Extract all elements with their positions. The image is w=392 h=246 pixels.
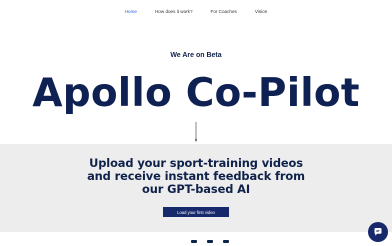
beta-label: We Are on Beta <box>170 52 222 59</box>
top-nav: Home How does it work? For Coaches Visio… <box>0 0 392 22</box>
heading-fragment <box>207 240 213 243</box>
scroll-down-arrow-icon <box>195 122 197 142</box>
nav-how-it-works[interactable]: How does it work? <box>155 9 193 14</box>
nav-for-coaches[interactable]: For Coaches <box>211 9 237 14</box>
load-video-button[interactable]: Load your first video <box>163 207 229 217</box>
chat-icon <box>374 228 382 236</box>
nav-home[interactable]: Home <box>125 9 137 14</box>
upload-headline: Upload your sport-training videos and re… <box>87 156 305 196</box>
heading-fragment <box>191 240 197 243</box>
heading-fragment <box>223 240 229 243</box>
page-title: Apollo Co-Pilot <box>32 71 360 116</box>
chat-button[interactable] <box>368 222 388 242</box>
nav-vision[interactable]: Vision <box>255 9 267 14</box>
next-section-peek <box>170 240 250 246</box>
